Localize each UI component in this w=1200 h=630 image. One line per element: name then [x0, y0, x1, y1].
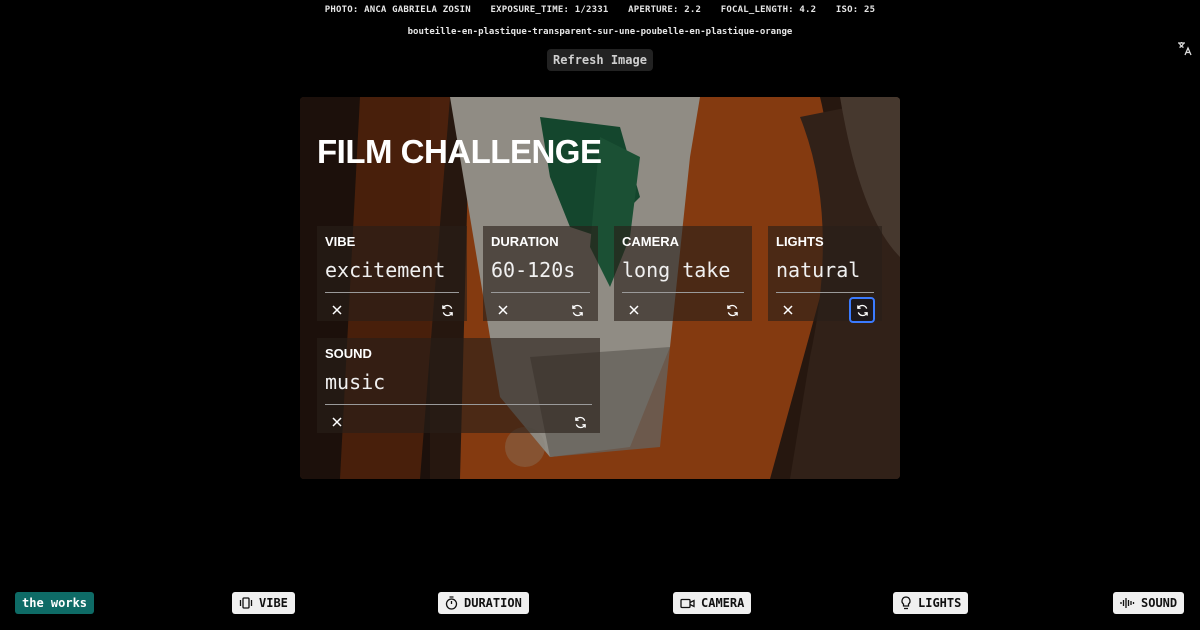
panel-label: LIGHTS [776, 234, 824, 249]
lightbulb-icon [901, 596, 911, 610]
close-icon [498, 305, 508, 315]
sound-tab-label: SOUND [1141, 596, 1178, 610]
vibe-value[interactable]: excitement [325, 258, 445, 282]
video-camera-icon [680, 598, 695, 608]
clear-camera-button[interactable] [624, 300, 644, 320]
lights-tab-label: LIGHTS [918, 596, 962, 610]
translate-icon[interactable] [1177, 40, 1193, 56]
audio-waveform-icon [1120, 598, 1135, 608]
vibe-tab-button[interactable]: VIBE [232, 592, 295, 614]
lights-value[interactable]: natural [776, 258, 860, 282]
refresh-icon [726, 304, 738, 316]
clear-lights-button[interactable] [778, 300, 798, 320]
refresh-icon [856, 304, 868, 316]
refresh-image-button[interactable]: Refresh Image [547, 49, 653, 71]
aperture: APERTURE: 2.2 [628, 5, 702, 15]
panel-label: CAMERA [622, 234, 680, 249]
refresh-icon [571, 304, 583, 316]
lights-panel: LIGHTS natural [768, 226, 882, 323]
clear-sound-button[interactable] [327, 412, 347, 432]
film-challenge-card: FILM CHALLENGE VIBE excitement DURATION … [300, 97, 900, 479]
vibrate-icon [239, 597, 253, 609]
divider [491, 292, 590, 293]
camera-tab-button[interactable]: CAMERA [673, 592, 752, 614]
sound-value[interactable]: music [325, 370, 385, 394]
clear-duration-button[interactable] [493, 300, 513, 320]
duration-tab-label: DURATION [464, 596, 522, 610]
camera-panel: CAMERA long take [614, 226, 752, 321]
panel-label: DURATION [491, 234, 559, 249]
sound-panel: SOUND music [317, 338, 600, 433]
panel-label: SOUND [325, 346, 372, 361]
the-works-label: the works [22, 596, 88, 610]
close-icon [629, 305, 639, 315]
vibe-tab-label: VIBE [259, 596, 288, 610]
refresh-icon [441, 304, 453, 316]
timer-icon [445, 596, 458, 610]
image-slug: bouteille-en-plastique-transparent-sur-u… [407, 27, 793, 37]
lights-tab-button[interactable]: LIGHTS [893, 592, 969, 614]
divider [325, 292, 459, 293]
card-title: FILM CHALLENGE [317, 133, 602, 170]
iso: ISO: 25 [835, 5, 876, 15]
refresh-icon [574, 416, 586, 428]
shuffle-sound-button[interactable] [570, 412, 590, 432]
clear-vibe-button[interactable] [327, 300, 347, 320]
photo-credit: PHOTO: ANCA GABRIELA ZOSIN [324, 5, 471, 15]
exposure-time: EXPOSURE_TIME: 1/2331 [490, 5, 609, 15]
shuffle-lights-button[interactable] [849, 297, 875, 323]
the-works-button[interactable]: the works [15, 592, 95, 614]
shuffle-vibe-button[interactable] [437, 300, 457, 320]
close-icon [332, 417, 342, 427]
vibe-panel: VIBE excitement [317, 226, 467, 321]
photo-metadata: PHOTO: ANCA GABRIELA ZOSIN EXPOSURE_TIME… [0, 5, 1200, 15]
shuffle-duration-button[interactable] [567, 300, 587, 320]
shuffle-camera-button[interactable] [722, 300, 742, 320]
close-icon [332, 305, 342, 315]
duration-panel: DURATION 60-120s [483, 226, 598, 321]
duration-tab-button[interactable]: DURATION [438, 592, 529, 614]
focal-length: FOCAL_LENGTH: 4.2 [720, 5, 817, 15]
duration-value[interactable]: 60-120s [491, 258, 575, 282]
camera-tab-label: CAMERA [701, 596, 745, 610]
divider [776, 292, 874, 293]
sound-tab-button[interactable]: SOUND [1113, 592, 1185, 614]
close-icon [783, 305, 793, 315]
camera-value[interactable]: long take [622, 258, 730, 282]
divider [325, 404, 592, 405]
divider [622, 292, 744, 293]
panel-label: VIBE [325, 234, 356, 249]
